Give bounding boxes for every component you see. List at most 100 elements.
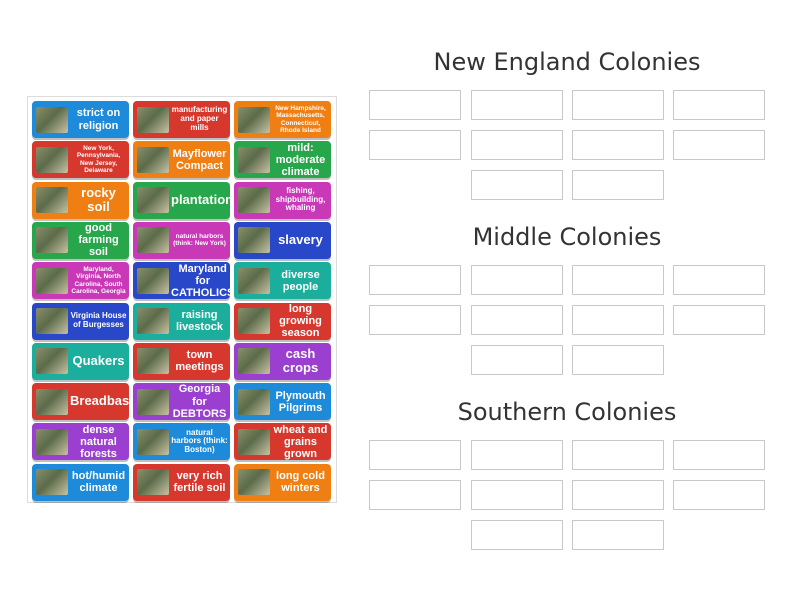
people-photo-icon [238,267,270,294]
meeting-photo-icon [137,348,169,375]
landscape-photo-icon [238,146,270,173]
burgesses-painting-icon [36,308,68,334]
answer-card[interactable]: natural harbors (think: New York) [133,221,230,259]
answer-card[interactable]: Quakers [32,342,129,380]
answer-card[interactable]: New York, Pennsylvania, New Jersey, Dela… [32,141,129,179]
drop-slot[interactable] [471,170,563,200]
drop-slot[interactable] [369,440,461,470]
drop-slot[interactable] [673,305,765,335]
answer-card[interactable]: plantations [133,181,230,219]
answer-card-label: very rich fertile soil [173,470,226,495]
harbor-photo-icon [137,227,169,254]
fertile-soil-photo-icon [137,469,169,496]
answer-card[interactable]: rocky soil [32,181,129,219]
catholic-painting-icon [137,267,169,294]
answer-card[interactable]: dense natural forests [32,423,129,461]
answer-card[interactable]: Georgia for DEBTORS [133,383,230,421]
drop-slot[interactable] [369,305,461,335]
mill-photo-icon [137,106,169,133]
answer-card[interactable]: mild: moderate climate [234,141,331,179]
answer-card-label: strict on religion [76,107,121,132]
answer-card-label: manufacturing and paper mills [171,105,228,132]
drop-slot[interactable] [572,345,664,375]
answer-card-label: rocky soil [81,184,116,215]
drop-slot[interactable] [471,440,563,470]
winter-photo-icon [238,469,270,496]
answer-card[interactable]: slavery [234,221,331,259]
slavery-photo-icon [238,227,270,254]
answer-card-label: Plymouth Pilgrims [275,389,326,414]
drop-slot[interactable] [673,130,765,160]
forest-photo-icon [36,428,68,455]
drop-slot[interactable] [673,480,765,510]
drop-slot[interactable] [572,440,664,470]
answer-card-label: fishing, shipbuilding, whaling [275,185,326,213]
drop-slot[interactable] [572,305,664,335]
drop-slot[interactable] [369,130,461,160]
answer-card[interactable]: fishing, shipbuilding, whaling [234,181,331,219]
answer-card-label: natural harbors (think: New York) [173,232,226,248]
answer-card[interactable]: town meetings [133,342,230,380]
answer-card[interactable]: cash crops [234,342,331,380]
answer-card[interactable]: long growing season [234,302,331,340]
rocks-photo-icon [36,187,68,214]
drop-slot[interactable] [572,90,664,120]
drop-slot[interactable] [572,520,664,550]
drop-slot[interactable] [673,265,765,295]
answer-card[interactable]: wheat and grains grown [234,423,331,461]
answer-card-label: Breadbasket [70,393,129,409]
answer-card[interactable]: long cold winters [234,463,331,501]
answer-card[interactable]: good farming soil [32,221,129,259]
answer-card[interactable]: very rich fertile soil [133,463,230,501]
plantation-photo-icon [137,187,169,214]
religion-photo-icon [36,106,68,133]
group-title-southern: Southern Colonies [457,398,677,426]
humidity-icon [36,469,68,496]
drop-slot[interactable] [572,130,664,160]
drop-slot[interactable] [471,345,563,375]
answer-card[interactable]: Mayflower Compact [133,141,230,179]
debtors-photo-icon [137,388,169,415]
bread-basket-photo-icon [36,388,68,415]
drop-slot[interactable] [369,265,461,295]
drop-slot[interactable] [471,90,563,120]
quaker-logo-icon [36,348,68,375]
wheat-photo-icon [238,428,270,455]
group-title-middle: Middle Colonies [472,223,662,251]
answer-card[interactable]: raising livestock [133,302,230,340]
answer-card[interactable]: manufacturing and paper mills [133,101,230,138]
answer-card[interactable]: strict on religion [32,101,129,138]
answer-card-label: New York, Pennsylvania, New Jersey, Dela… [76,144,121,175]
answer-card[interactable]: Plymouth Pilgrims [234,383,331,421]
answer-card[interactable]: hot/humid climate [32,463,129,501]
drop-slot[interactable] [369,480,461,510]
drop-slot[interactable] [471,130,563,160]
drop-slot[interactable] [471,480,563,510]
answer-card-label: New Hampshire, Massachusetts, Connecticu… [275,104,326,134]
whale-photo-icon [238,187,270,214]
drop-slot[interactable] [471,265,563,295]
compact-document-icon [137,146,169,173]
answer-card[interactable]: Maryland for CATHOLICS [133,262,230,300]
answer-card[interactable]: New Hampshire, Massachusetts, Connecticu… [234,101,331,138]
answer-card-label: mild: moderate climate [275,141,326,178]
answer-card-label: long cold winters [276,470,325,495]
drop-slot[interactable] [572,265,664,295]
drop-slot[interactable] [572,480,664,510]
drop-slot[interactable] [369,90,461,120]
drop-slot[interactable] [673,440,765,470]
answer-card-label: Virginia House of Burgesses [70,311,127,329]
answer-card-label: diverse people [281,268,320,293]
drop-slot[interactable] [673,90,765,120]
answer-card-label: wheat and grains grown [273,423,328,460]
answer-card-label: plantations [171,191,230,207]
answer-card[interactable]: Virginia House of Burgesses [32,302,129,340]
drop-slot[interactable] [572,170,664,200]
drop-slot[interactable] [471,520,563,550]
drop-slot[interactable] [471,305,563,335]
answer-card[interactable]: Maryland, Virginia, North Carolina, Sout… [32,262,129,300]
answer-card[interactable]: diverse people [234,262,331,300]
answer-card[interactable]: Breadbasket [32,383,129,421]
soil-photo-icon [36,227,68,254]
answer-card[interactable]: natural harbors (think: Boston) [133,423,230,461]
